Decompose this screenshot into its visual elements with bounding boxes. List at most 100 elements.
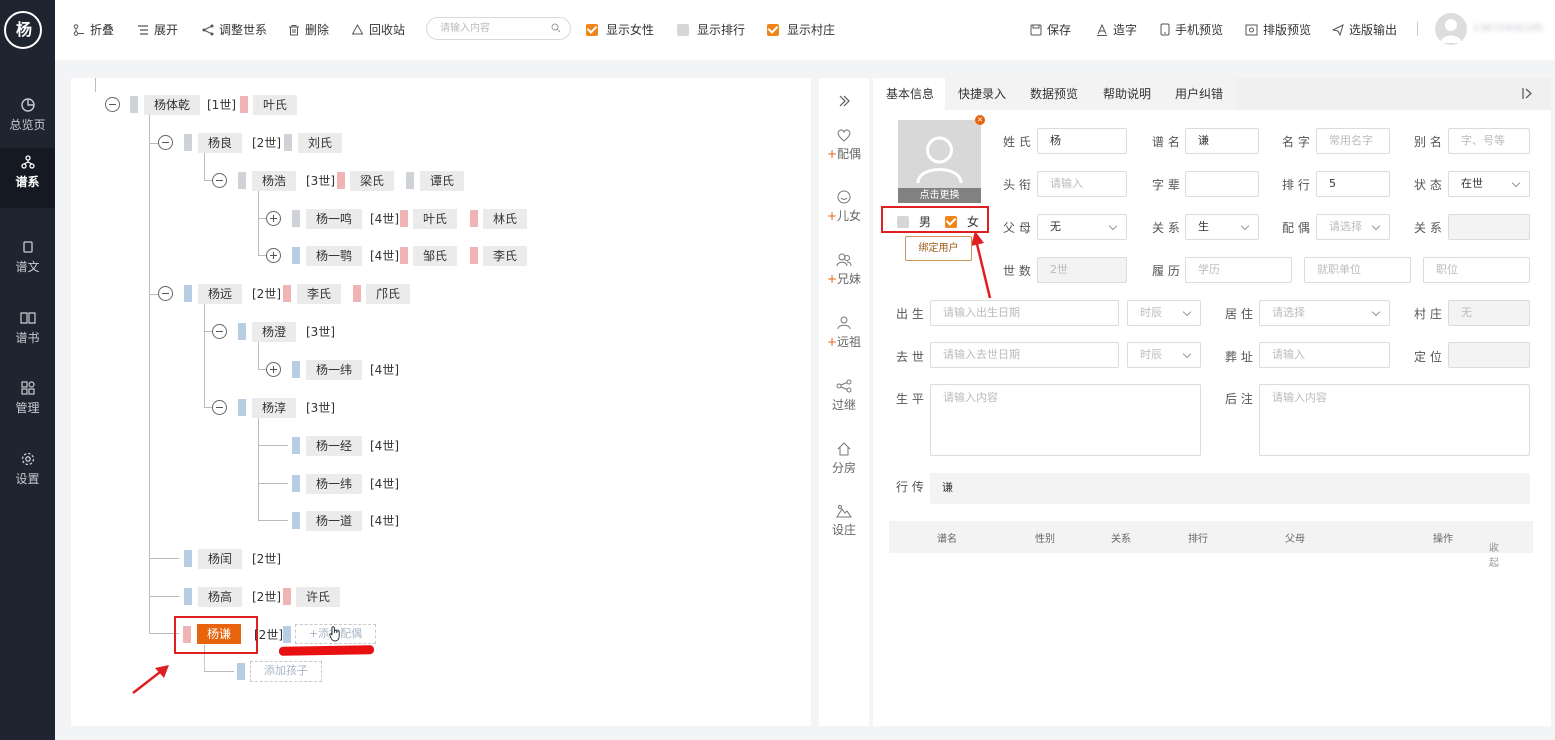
- tree-node-name[interactable]: 杨一鸣: [306, 209, 363, 229]
- add-spouse-tool[interactable]: +配偶: [819, 128, 869, 162]
- rank-input[interactable]: 5: [1316, 171, 1390, 197]
- tab-basic-info[interactable]: 基本信息: [873, 78, 948, 110]
- selected-tree-node[interactable]: 杨谦: [197, 624, 242, 644]
- spouse-name[interactable]: 林氏: [483, 209, 528, 229]
- death-date-input[interactable]: 请输入去世日期: [930, 342, 1119, 368]
- collapse-toggle[interactable]: [212, 400, 227, 415]
- sidebar-item-manage[interactable]: 管理: [0, 374, 55, 434]
- sidebar-item-book[interactable]: 谱书: [0, 304, 55, 364]
- checkbox-checked[interactable]: [945, 215, 957, 228]
- zibei-input[interactable]: [1185, 171, 1259, 197]
- layout-preview-button[interactable]: 排版预览: [1245, 21, 1311, 38]
- tree-node-name[interactable]: 杨一经: [306, 436, 363, 456]
- tree-node-name[interactable]: 杨良: [198, 133, 243, 153]
- spouse-name[interactable]: 叶氏: [413, 209, 458, 229]
- residence-select[interactable]: 请选择: [1259, 300, 1390, 326]
- tree-node-name[interactable]: 杨远: [198, 284, 243, 304]
- make-char-button[interactable]: 造字: [1096, 21, 1137, 38]
- birth-time-select[interactable]: 时辰: [1127, 300, 1201, 326]
- death-time-select[interactable]: 时辰: [1127, 342, 1201, 368]
- tab-user-correction[interactable]: 用户纠错: [1162, 78, 1237, 110]
- tree-node-name[interactable]: 杨一纬: [306, 474, 363, 494]
- save-button[interactable]: 保存: [1030, 21, 1071, 38]
- add-children-tool[interactable]: +儿女: [819, 190, 869, 224]
- bio-textarea[interactable]: 请输入内容: [930, 384, 1201, 456]
- spouse-name[interactable]: 李氏: [483, 246, 528, 266]
- collapse-toggle[interactable]: [158, 135, 173, 150]
- add-ancestor-tool[interactable]: +远祖: [819, 316, 869, 350]
- education-input[interactable]: 学历: [1185, 257, 1292, 283]
- expand-toggle[interactable]: [266, 248, 281, 263]
- birth-date-input[interactable]: 请输入出生日期: [930, 300, 1119, 326]
- collapse-button[interactable]: 折叠: [73, 21, 114, 38]
- collapse-toggle[interactable]: [105, 97, 120, 112]
- tree-node-name[interactable]: 杨淳: [252, 398, 297, 418]
- village-tool[interactable]: 设庄: [819, 504, 869, 538]
- spouse-name[interactable]: 邹氏: [413, 246, 458, 266]
- puming-input[interactable]: 谦: [1185, 128, 1259, 154]
- tab-help[interactable]: 帮助说明: [1090, 78, 1165, 110]
- gender-female-checkbox[interactable]: 女: [945, 213, 979, 230]
- alias-input[interactable]: 字、号等: [1448, 128, 1530, 154]
- user-avatar[interactable]: [1435, 13, 1467, 45]
- collapse-toggle[interactable]: [158, 286, 173, 301]
- tree-node-name[interactable]: 杨一道: [306, 511, 363, 531]
- expand-toggle[interactable]: [266, 211, 281, 226]
- avatar-photo[interactable]: 点击更换: [898, 120, 981, 203]
- status-select[interactable]: 在世: [1448, 171, 1530, 197]
- app-logo[interactable]: 杨: [4, 11, 42, 49]
- checkbox-unchecked[interactable]: [897, 215, 909, 228]
- expand-toggle[interactable]: [266, 362, 281, 377]
- remove-photo-icon[interactable]: ✕: [975, 115, 985, 125]
- search-icon[interactable]: [551, 23, 561, 33]
- spouse-name[interactable]: 叶氏: [253, 95, 298, 115]
- tree-node-name[interactable]: 杨高: [198, 587, 243, 607]
- search-input[interactable]: 请输入内容: [426, 17, 571, 40]
- parent-select[interactable]: 无: [1037, 214, 1127, 240]
- xingchuan-field[interactable]: 谦: [930, 473, 1530, 504]
- tab-data-preview[interactable]: 数据预览: [1017, 78, 1092, 110]
- spouse-select[interactable]: 请选择: [1316, 214, 1390, 240]
- sidebar-item-overview[interactable]: 总览页: [0, 91, 55, 151]
- position-input[interactable]: 职位: [1423, 257, 1530, 283]
- gender-male-checkbox[interactable]: 男: [897, 213, 931, 230]
- spouse-name[interactable]: 谭氏: [420, 171, 465, 191]
- collapse-panel-icon[interactable]: [1521, 87, 1533, 100]
- delete-button[interactable]: 删除: [288, 21, 329, 38]
- family-tree-panel[interactable]: 杨体乾 [1世] 叶氏 杨良 [2世] 刘氏 杨浩 [3世] 梁氏 谭氏 杨一鸣…: [71, 78, 811, 726]
- tree-node-name[interactable]: 杨闰: [198, 549, 243, 569]
- burial-input[interactable]: 请输入: [1259, 342, 1390, 368]
- relation-select[interactable]: 生: [1185, 214, 1259, 240]
- work-unit-input[interactable]: 就职单位: [1304, 257, 1411, 283]
- tree-node-name[interactable]: 杨一鹗: [306, 246, 363, 266]
- add-child-button[interactable]: 添加孩子: [250, 661, 322, 682]
- spouse-name[interactable]: 邝氏: [366, 284, 411, 304]
- double-chevron-right-icon[interactable]: [838, 95, 850, 107]
- branch-tool[interactable]: 分房: [819, 442, 869, 476]
- export-button[interactable]: 选版输出: [1332, 21, 1397, 38]
- tree-node-name[interactable]: 杨浩: [252, 171, 297, 191]
- collapse-toggle[interactable]: [212, 173, 227, 188]
- add-siblings-tool[interactable]: +兄妹: [819, 253, 869, 287]
- checkbox-checked[interactable]: [586, 23, 598, 36]
- spouse-name[interactable]: 李氏: [297, 284, 342, 304]
- tree-node-name[interactable]: 杨体乾: [144, 95, 201, 115]
- note-textarea[interactable]: 请输入内容: [1259, 384, 1530, 456]
- show-village-checkbox[interactable]: 显示村庄: [767, 21, 835, 38]
- show-rank-checkbox[interactable]: 显示排行: [677, 21, 745, 38]
- recycle-bin-button[interactable]: 回收站: [351, 21, 405, 38]
- tab-quick-entry[interactable]: 快捷录入: [945, 78, 1020, 110]
- adoption-tool[interactable]: 过继: [819, 379, 869, 413]
- surname-input[interactable]: 杨: [1037, 128, 1127, 154]
- tree-node-name[interactable]: 杨澄: [252, 322, 297, 342]
- tree-node-name[interactable]: 杨一纬: [306, 360, 363, 380]
- spouse-name[interactable]: 刘氏: [298, 133, 343, 153]
- checkbox-unchecked[interactable]: [677, 23, 689, 36]
- mobile-preview-button[interactable]: 手机预览: [1160, 21, 1223, 38]
- bind-user-button[interactable]: 绑定用户: [905, 236, 972, 261]
- change-photo-button[interactable]: 点击更换: [898, 188, 981, 203]
- checkbox-checked[interactable]: [767, 23, 779, 36]
- spouse-name[interactable]: 梁氏: [350, 171, 395, 191]
- spouse-name[interactable]: 许氏: [296, 587, 341, 607]
- sidebar-item-articles[interactable]: 谱文: [0, 233, 55, 293]
